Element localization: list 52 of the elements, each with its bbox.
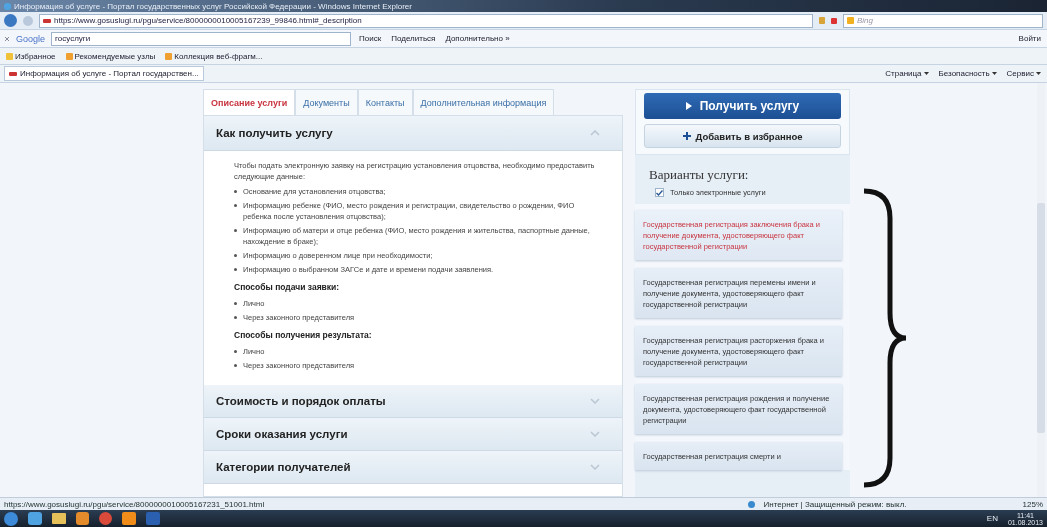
play-icon	[685, 102, 692, 110]
accordion-header[interactable]: Стоимость и порядок оплаты	[204, 385, 622, 418]
toolbar-button[interactable]: Поиск	[357, 34, 384, 43]
command-button[interactable]: Сервис	[1004, 69, 1043, 78]
bullet-icon	[234, 268, 237, 271]
zoom-level[interactable]: 125%	[1022, 499, 1043, 509]
variants-title: Варианты услуги:	[648, 166, 750, 183]
google-logo: Google	[16, 33, 46, 44]
chevron-down-icon	[590, 431, 600, 437]
page-tab[interactable]: Дополнительная информация	[412, 89, 555, 115]
bullet-icon	[234, 190, 237, 193]
scrollbar[interactable]	[1037, 83, 1045, 497]
browser-tab[interactable]: Информация об услуге - Портал государствен...	[4, 66, 204, 81]
plus-icon	[682, 132, 691, 140]
chevron-down-icon	[590, 464, 600, 470]
bullet-icon	[234, 204, 237, 207]
command-button[interactable]: Безопасность	[936, 69, 999, 78]
page-tab[interactable]: Документы	[295, 89, 358, 115]
page-tab[interactable]: Контакты	[357, 89, 413, 115]
favorites-item[interactable]: Коллекция веб-фрагм...	[163, 51, 265, 61]
get-service-button[interactable]: Получить услугу	[644, 93, 841, 119]
section-heading: Способы подачи заявки:	[234, 282, 341, 293]
accordion-header[interactable]: Как получить услугу	[204, 116, 622, 151]
language-indicator[interactable]: EN	[986, 514, 998, 523]
favorites-item[interactable]: Избранное	[4, 51, 58, 61]
caret-icon	[1036, 72, 1041, 75]
page-tab[interactable]: Описание услуги	[203, 89, 296, 115]
address-field[interactable]: https://www.gosuslugi.ru/pgu/service/8000000010005167239_99846.html#_description	[39, 13, 813, 28]
security-zone: Интернет | Защищенный режим: выкл.	[763, 499, 907, 509]
google-search-field[interactable]: госуслуги	[51, 31, 352, 46]
toolbar-button[interactable]: Дополнительно »	[443, 34, 512, 43]
bullet-icon	[234, 364, 237, 367]
command-button[interactable]: Страница	[883, 69, 931, 78]
caret-icon	[991, 72, 997, 75]
bullet-icon	[234, 229, 237, 232]
signin-link[interactable]: Войти	[1016, 34, 1043, 43]
bullet-icon	[234, 350, 237, 353]
chevron-down-icon	[590, 398, 600, 404]
caret-icon	[923, 72, 929, 75]
status-url: https://www.gosuslugi.ru/pgu/service/8000000010005167231_51001.html	[4, 499, 265, 509]
section-heading: Способы получения результата:	[234, 330, 373, 341]
accordion-header[interactable]: Категории получателей	[204, 451, 622, 484]
window-title: Информация об услуге - Портал государственных услуг Российской Федерации - Windows Internet Explorer	[14, 1, 412, 11]
bullet-icon	[234, 254, 237, 257]
accordion-header[interactable]: Сроки оказания услуги	[204, 418, 622, 451]
favorites-item[interactable]: Рекомендуемые узлы	[63, 51, 158, 61]
toolbar-button[interactable]: Поделиться	[389, 34, 438, 43]
bullet-icon	[234, 302, 237, 305]
checkbox[interactable]	[655, 188, 664, 197]
bullet-icon	[234, 316, 237, 319]
chevron-up-icon	[590, 130, 600, 136]
add-favorite-button[interactable]: Добавить в избранное	[644, 124, 841, 148]
